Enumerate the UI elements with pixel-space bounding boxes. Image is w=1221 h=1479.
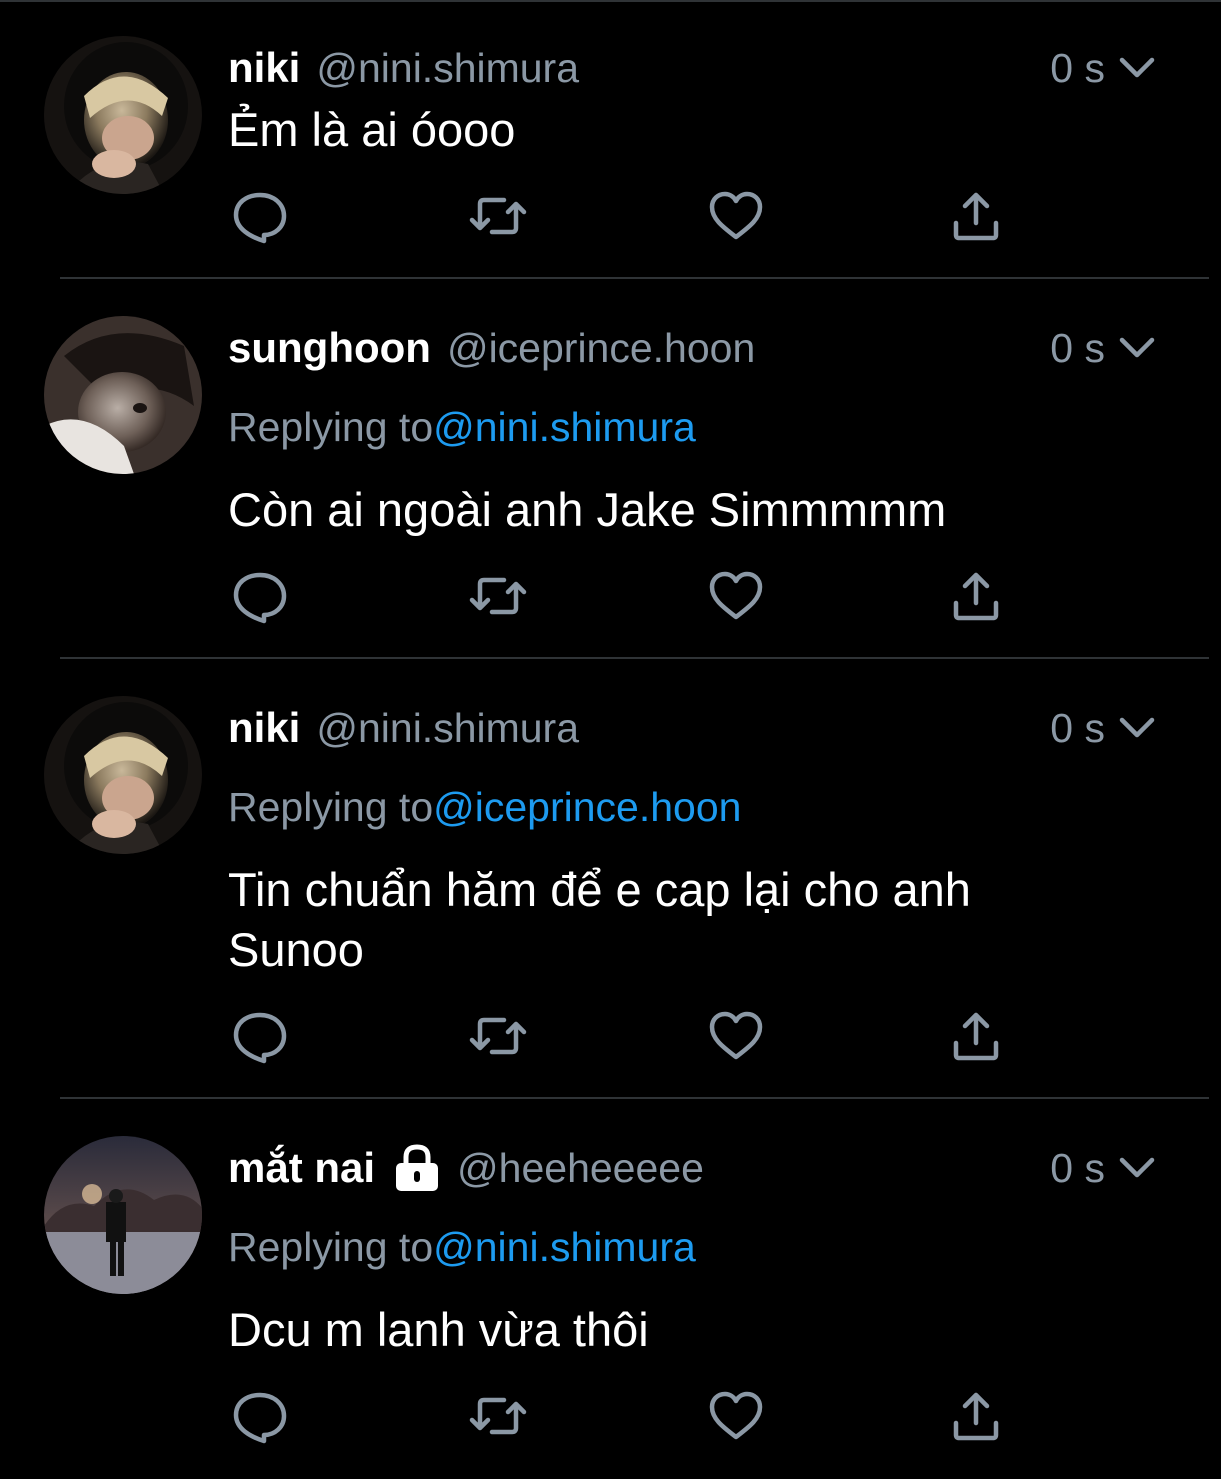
share-button[interactable] <box>944 568 1008 628</box>
retweet-icon <box>468 186 528 251</box>
replying-to-line: Replying to@iceprince.hoon <box>228 784 741 831</box>
chevron-down-icon[interactable] <box>1117 48 1157 88</box>
reply-button[interactable] <box>228 568 292 628</box>
chevron-down-icon[interactable] <box>1117 328 1157 368</box>
tweet-header: niki @nini.shimura <box>228 700 579 756</box>
tweet-header: sunghoon @iceprince.hoon <box>228 320 755 376</box>
divider <box>60 657 1209 659</box>
chevron-down-icon[interactable] <box>1117 1148 1157 1188</box>
share-icon <box>948 1007 1004 1070</box>
tweet-header: mắt nai @heeheeeee <box>228 1140 704 1196</box>
timestamp: 0 s <box>1050 44 1105 91</box>
like-button[interactable] <box>704 1388 768 1448</box>
user-handle[interactable]: @nini.shimura <box>316 705 579 752</box>
share-icon <box>948 567 1004 630</box>
tweet-actions <box>228 1008 1008 1068</box>
timestamp-area: 0 s <box>1050 700 1157 756</box>
reply-icon <box>231 1007 289 1070</box>
timestamp: 0 s <box>1050 704 1105 751</box>
like-button[interactable] <box>704 188 768 248</box>
tweet-actions <box>228 568 1008 628</box>
divider <box>60 277 1209 279</box>
retweet-button[interactable] <box>466 188 530 248</box>
timestamp-area: 0 s <box>1050 320 1157 376</box>
timestamp: 0 s <box>1050 324 1105 371</box>
divider <box>60 1097 1209 1099</box>
avatar[interactable] <box>44 36 202 194</box>
share-icon <box>948 1387 1004 1450</box>
display-name[interactable]: niki <box>228 704 300 752</box>
chevron-down-icon[interactable] <box>1117 708 1157 748</box>
replying-to-label: Replying to <box>228 784 434 830</box>
share-button[interactable] <box>944 188 1008 248</box>
timestamp-area: 0 s <box>1050 40 1157 96</box>
reply-button[interactable] <box>228 1388 292 1448</box>
heart-icon <box>707 567 765 630</box>
like-button[interactable] <box>704 568 768 628</box>
tweet[interactable]: niki @nini.shimura 0 s Ẻm là ai óooo <box>0 0 1221 280</box>
reply-button[interactable] <box>228 188 292 248</box>
tweet[interactable]: sunghoon @iceprince.hoon 0 s Replying to… <box>0 280 1221 660</box>
tweet-actions <box>228 1388 1008 1448</box>
display-name[interactable]: sunghoon <box>228 324 431 372</box>
heart-icon <box>707 1007 765 1070</box>
lock-icon <box>393 1143 441 1193</box>
heart-icon <box>707 1387 765 1450</box>
user-handle[interactable]: @nini.shimura <box>316 45 579 92</box>
replying-to-label: Replying to <box>228 404 434 450</box>
retweet-icon <box>468 1386 528 1451</box>
retweet-icon <box>468 1006 528 1071</box>
display-name[interactable]: niki <box>228 44 300 92</box>
replying-to-link[interactable]: @nini.shimura <box>433 404 696 450</box>
display-name[interactable]: mắt nai <box>228 1144 375 1192</box>
timestamp: 0 s <box>1050 1144 1105 1191</box>
reply-button[interactable] <box>228 1008 292 1068</box>
heart-icon <box>707 187 765 250</box>
share-icon <box>948 187 1004 250</box>
user-handle[interactable]: @heeheeeee <box>457 1145 704 1192</box>
reply-icon <box>231 1387 289 1450</box>
retweet-icon <box>468 566 528 631</box>
tweet-actions <box>228 188 1008 248</box>
tweet-text: Còn ai ngoài anh Jake Simmmmm <box>228 483 947 536</box>
reply-icon <box>231 567 289 630</box>
retweet-button[interactable] <box>466 1388 530 1448</box>
timestamp-area: 0 s <box>1050 1140 1157 1196</box>
like-button[interactable] <box>704 1008 768 1068</box>
retweet-button[interactable] <box>466 568 530 628</box>
tweet[interactable]: mắt nai @heeheeeee 0 s Replying to@nini.… <box>0 1100 1221 1479</box>
replying-to-line: Replying to@nini.shimura <box>228 1224 696 1271</box>
avatar[interactable] <box>44 316 202 474</box>
tweet[interactable]: niki @nini.shimura 0 s Replying to@icepr… <box>0 660 1221 1100</box>
tweet-text: Tin chuẩn hăm để e cap lại cho anh Sunoo <box>228 863 971 976</box>
retweet-button[interactable] <box>466 1008 530 1068</box>
reply-icon <box>231 187 289 250</box>
user-handle[interactable]: @iceprince.hoon <box>447 325 755 372</box>
tweet-header: niki @nini.shimura <box>228 40 579 96</box>
tweet-text: Ẻm là ai óooo <box>228 103 516 156</box>
replying-to-link[interactable]: @iceprince.hoon <box>433 784 741 830</box>
replying-to-line: Replying to@nini.shimura <box>228 404 696 451</box>
share-button[interactable] <box>944 1008 1008 1068</box>
share-button[interactable] <box>944 1388 1008 1448</box>
replying-to-label: Replying to <box>228 1224 434 1270</box>
tweet-text: Dcu m lanh vừa thôi <box>228 1303 649 1356</box>
avatar[interactable] <box>44 696 202 854</box>
replying-to-link[interactable]: @nini.shimura <box>433 1224 696 1270</box>
avatar[interactable] <box>44 1136 202 1294</box>
